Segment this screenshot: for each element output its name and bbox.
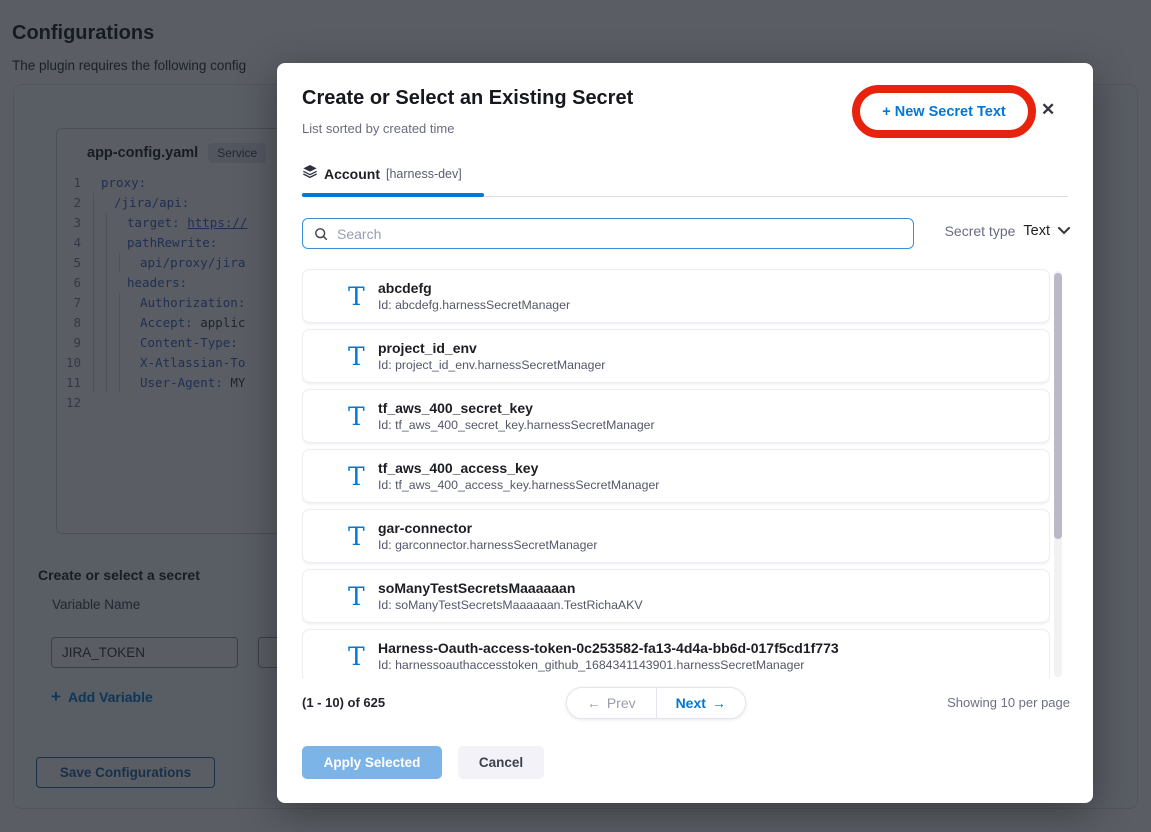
secret-name: soManyTestSecretsMaaaaaan <box>378 580 643 596</box>
next-button[interactable]: Next → <box>657 688 746 718</box>
text-secret-icon: T <box>348 524 378 549</box>
modal-footer: Apply Selected Cancel <box>302 746 544 779</box>
secret-name: gar-connector <box>378 520 597 536</box>
prev-label: Prev <box>607 695 636 711</box>
secret-id: Id: garconnector.harnessSecretManager <box>378 538 597 552</box>
secret-name: abcdefg <box>378 280 570 296</box>
text-secret-icon: T <box>348 644 378 669</box>
secret-id: Id: harnessoauthaccesstoken_github_16843… <box>378 658 839 672</box>
tab-account[interactable]: Account [harness-dev] <box>302 163 462 184</box>
arrow-left-icon: ← <box>587 695 601 711</box>
scrollbar-track[interactable] <box>1054 271 1062 677</box>
search-field[interactable] <box>302 218 914 249</box>
cancel-button[interactable]: Cancel <box>458 746 544 779</box>
arrow-right-icon: → <box>712 695 726 711</box>
text-secret-icon: T <box>348 584 378 609</box>
secret-type-label: Secret type <box>945 223 1016 239</box>
search-icon <box>313 226 329 242</box>
secret-name: tf_aws_400_access_key <box>378 460 659 476</box>
screen: Configurations The plugin requires the f… <box>0 0 1151 832</box>
secret-id: Id: project_id_env.harnessSecretManager <box>378 358 605 372</box>
tab-account-scope: [harness-dev] <box>386 167 462 181</box>
secret-list: T abcdefg Id: abcdefg.harnessSecretManag… <box>302 269 1050 678</box>
secret-row[interactable]: T Harness-Oauth-access-token-0c253582-fa… <box>302 629 1050 678</box>
pagination-range: (1 - 10) of 625 <box>302 695 385 710</box>
secret-row[interactable]: T tf_aws_400_secret_key Id: tf_aws_400_s… <box>302 389 1050 443</box>
secret-row[interactable]: T tf_aws_400_access_key Id: tf_aws_400_a… <box>302 449 1050 503</box>
secret-id: Id: tf_aws_400_access_key.harnessSecretM… <box>378 478 659 492</box>
secret-name: project_id_env <box>378 340 605 356</box>
modal-subtitle: List sorted by created time <box>302 121 454 136</box>
secret-modal: Create or Select an Existing Secret List… <box>277 63 1093 803</box>
search-input[interactable] <box>329 219 913 248</box>
text-secret-icon: T <box>348 284 378 309</box>
layers-icon <box>302 163 318 184</box>
text-secret-icon: T <box>348 464 378 489</box>
text-secret-icon: T <box>348 404 378 429</box>
scrollbar-thumb[interactable] <box>1054 273 1062 539</box>
per-page-label: Showing 10 per page <box>947 695 1070 710</box>
secret-row[interactable]: T abcdefg Id: abcdefg.harnessSecretManag… <box>302 269 1050 323</box>
pagination-controls: ← Prev Next → <box>566 687 746 719</box>
tab-account-label: Account <box>324 166 380 182</box>
secret-id: Id: soManyTestSecretsMaaaaaan.TestRichaA… <box>378 598 643 612</box>
modal-title: Create or Select an Existing Secret <box>302 87 633 110</box>
secret-name: Harness-Oauth-access-token-0c253582-fa13… <box>378 640 839 656</box>
tab-active-indicator <box>302 193 484 197</box>
close-icon[interactable]: ✕ <box>1041 100 1055 120</box>
secret-row[interactable]: T project_id_env Id: project_id_env.harn… <box>302 329 1050 383</box>
prev-button[interactable]: ← Prev <box>567 688 657 718</box>
chevron-down-icon <box>1058 227 1070 235</box>
text-secret-icon: T <box>348 344 378 369</box>
secret-row[interactable]: T soManyTestSecretsMaaaaaan Id: soManyTe… <box>302 569 1050 623</box>
secret-row[interactable]: T gar-connector Id: garconnector.harness… <box>302 509 1050 563</box>
secret-type-value: Text <box>1023 223 1050 239</box>
secret-name: tf_aws_400_secret_key <box>378 400 655 416</box>
red-annotation-ring: + New Secret Text <box>852 85 1036 138</box>
secret-id: Id: tf_aws_400_secret_key.harnessSecretM… <box>378 418 655 432</box>
secret-id: Id: abcdefg.harnessSecretManager <box>378 298 570 312</box>
apply-selected-button[interactable]: Apply Selected <box>302 746 442 779</box>
pagination: (1 - 10) of 625 ← Prev Next → Showing 10… <box>277 687 1093 719</box>
secret-type-dropdown[interactable]: Secret type Text <box>945 223 1070 239</box>
new-secret-text-button[interactable]: + New Secret Text <box>882 104 1005 120</box>
next-label: Next <box>676 695 706 711</box>
